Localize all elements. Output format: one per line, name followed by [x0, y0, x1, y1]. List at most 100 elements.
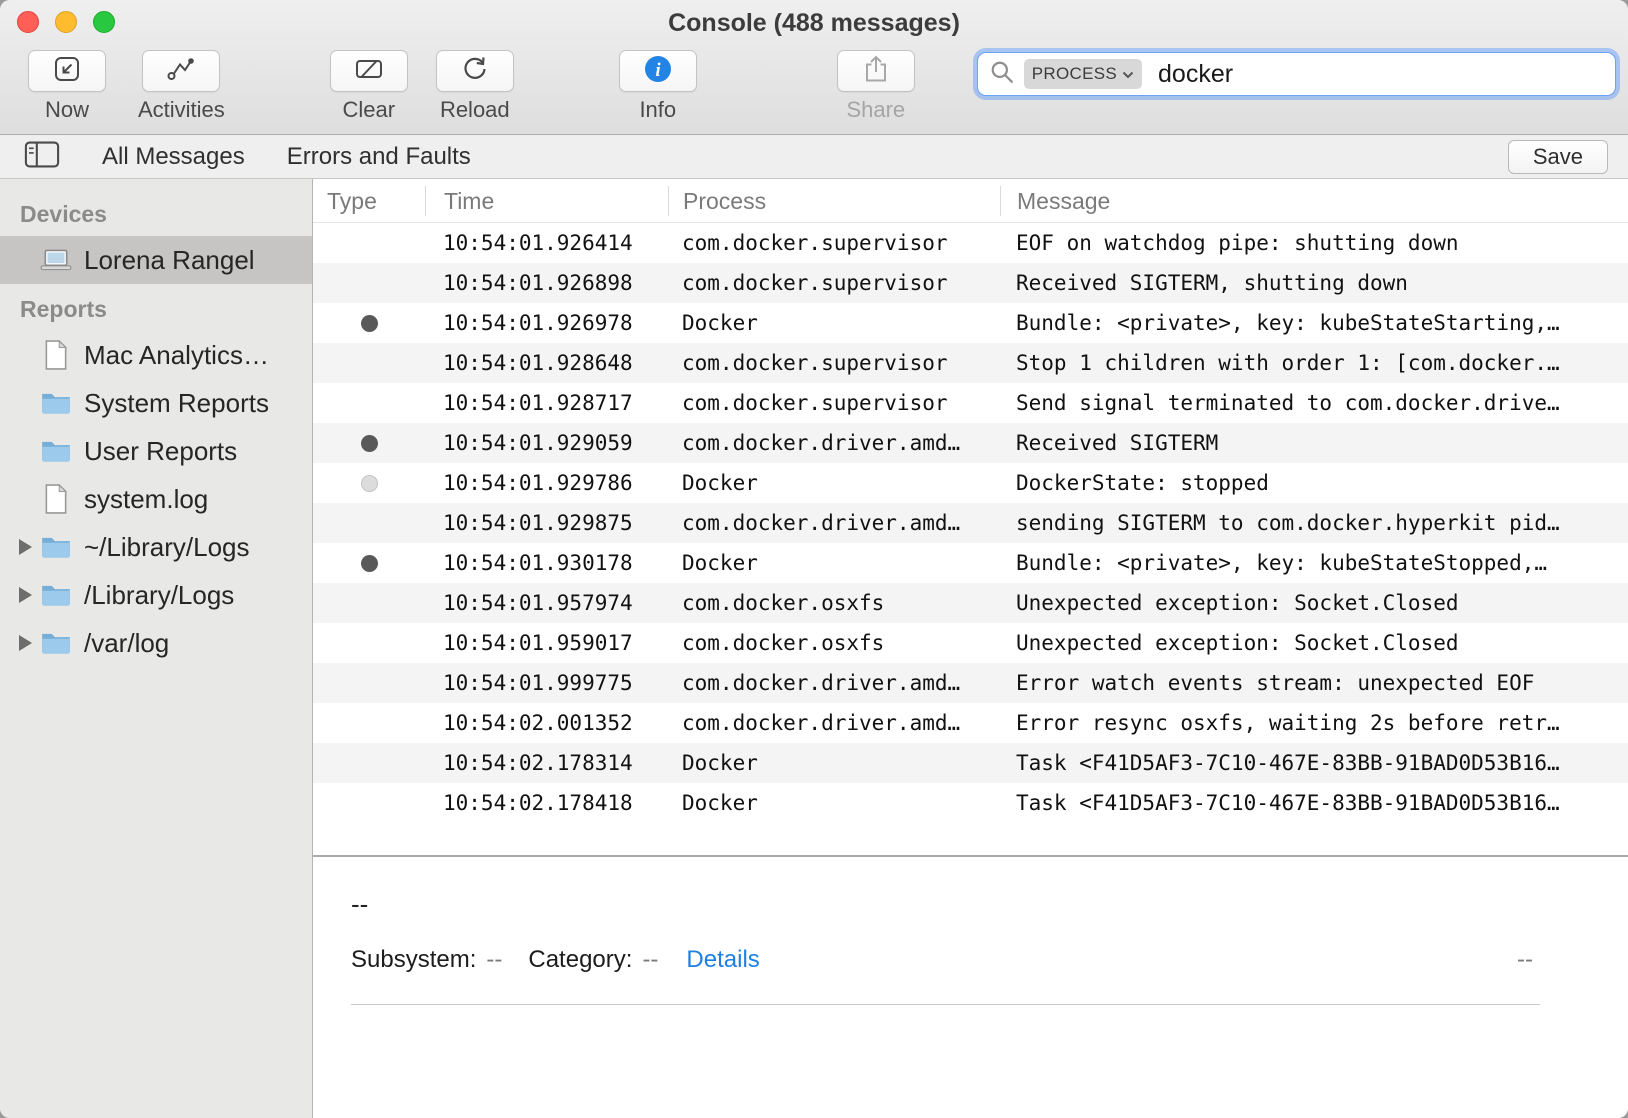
folder-icon — [38, 438, 74, 464]
log-time-cell: 10:54:01.928648 — [425, 351, 668, 375]
log-time-cell: 10:54:02.178418 — [425, 791, 668, 815]
sidebar-item-library-logs[interactable]: /Library/Logs — [0, 571, 312, 619]
info-button[interactable]: i Info — [619, 50, 697, 123]
chevron-down-icon — [1122, 64, 1134, 84]
log-row[interactable]: 10:54:02.001352com.docker.driver.amd…Err… — [313, 703, 1628, 743]
save-button[interactable]: Save — [1508, 140, 1608, 174]
laptop-icon — [38, 248, 74, 272]
sidebar-item-library-logs[interactable]: ~/Library/Logs — [0, 523, 312, 571]
log-row[interactable]: 10:54:01.929786DockerDockerState: stoppe… — [313, 463, 1628, 503]
sidebar-section-header: Devices — [0, 189, 312, 236]
column-header-process[interactable]: Process — [668, 186, 1000, 216]
log-process-cell: com.docker.supervisor — [668, 271, 1000, 295]
zoom-button[interactable] — [93, 11, 115, 33]
disclosure-triangle-icon[interactable] — [12, 635, 38, 651]
log-type-cell — [313, 315, 425, 332]
tab-all-messages[interactable]: All Messages — [102, 143, 245, 171]
clear-button[interactable]: Clear — [330, 50, 408, 123]
share-button[interactable]: Share — [837, 50, 915, 123]
sidebar-item-system-reports[interactable]: System Reports — [0, 379, 312, 427]
log-rows: 10:54:01.926414com.docker.supervisorEOF … — [313, 223, 1628, 823]
column-header-type[interactable]: Type — [313, 186, 425, 216]
disclosure-triangle-icon[interactable] — [12, 587, 38, 603]
log-row[interactable]: 10:54:01.928717com.docker.supervisorSend… — [313, 383, 1628, 423]
disclosure-triangle-icon[interactable] — [12, 539, 38, 555]
log-process-cell: com.docker.supervisor — [668, 351, 1000, 375]
close-button[interactable] — [17, 11, 39, 33]
detail-title: -- — [351, 889, 1628, 920]
log-process-cell: Docker — [668, 551, 1000, 575]
info-label: Info — [639, 97, 676, 123]
table-header: Type Time Process Message — [313, 179, 1628, 223]
search-filter-token[interactable]: PROCESS — [1024, 59, 1142, 89]
column-header-message[interactable]: Message — [1000, 186, 1628, 216]
reload-button[interactable]: Reload — [436, 50, 514, 123]
log-time-cell: 10:54:01.999775 — [425, 671, 668, 695]
sidebar-item-var-log[interactable]: /var/log — [0, 619, 312, 667]
log-message-cell: DockerState: stopped — [1000, 471, 1628, 495]
search-input[interactable]: PROCESS docker — [977, 52, 1616, 96]
folder-icon — [38, 630, 74, 656]
log-time-cell: 10:54:01.928717 — [425, 391, 668, 415]
sidebar-item-user-reports[interactable]: User Reports — [0, 427, 312, 475]
subsystem-label: Subsystem: — [351, 946, 476, 974]
log-row[interactable]: 10:54:01.928648com.docker.supervisorStop… — [313, 343, 1628, 383]
tab-errors-and-faults[interactable]: Errors and Faults — [287, 143, 471, 171]
log-time-cell: 10:54:01.926978 — [425, 311, 668, 335]
sidebar-toggle-button[interactable] — [24, 141, 60, 173]
sidebar-section-header: Reports — [0, 284, 312, 331]
activities-icon — [166, 55, 196, 88]
category-label: Category: — [528, 946, 632, 974]
column-header-time[interactable]: Time — [425, 186, 668, 216]
log-message-cell: Error watch events stream: unexpected EO… — [1000, 671, 1628, 695]
now-label: Now — [45, 97, 89, 123]
search-token-label: PROCESS — [1032, 64, 1117, 84]
log-time-cell: 10:54:01.929875 — [425, 511, 668, 535]
now-button[interactable]: Now — [28, 50, 106, 123]
info-icon: i — [643, 54, 673, 89]
log-row[interactable]: 10:54:01.957974com.docker.osxfsUnexpecte… — [313, 583, 1628, 623]
log-row[interactable]: 10:54:01.959017com.docker.osxfsUnexpecte… — [313, 623, 1628, 663]
search-query-text: docker — [1158, 60, 1233, 89]
log-row[interactable]: 10:54:02.178314DockerTask <F41D5AF3-7C10… — [313, 743, 1628, 783]
activity-dot-light-icon — [361, 475, 378, 492]
log-time-cell: 10:54:02.001352 — [425, 711, 668, 735]
reload-icon — [461, 55, 489, 88]
document-icon — [38, 340, 74, 370]
sidebar-item-system-log[interactable]: system.log — [0, 475, 312, 523]
log-row[interactable]: 10:54:01.929059com.docker.driver.amd…Rec… — [313, 423, 1628, 463]
log-message-cell: EOF on watchdog pipe: shutting down — [1000, 231, 1628, 255]
search-icon — [990, 60, 1014, 89]
minimize-button[interactable] — [55, 11, 77, 33]
sidebar-item-lorena-rangel[interactable]: Lorena Rangel — [0, 236, 312, 284]
log-process-cell: Docker — [668, 751, 1000, 775]
log-time-cell: 10:54:01.926414 — [425, 231, 668, 255]
sidebar-item-mac-analytics[interactable]: Mac Analytics… — [0, 331, 312, 379]
log-row[interactable]: 10:54:01.926978DockerBundle: <private>, … — [313, 303, 1628, 343]
log-row[interactable]: 10:54:02.178418DockerTask <F41D5AF3-7C10… — [313, 783, 1628, 823]
log-process-cell: com.docker.driver.amd… — [668, 511, 1000, 535]
log-row[interactable]: 10:54:01.999775com.docker.driver.amd…Err… — [313, 663, 1628, 703]
window-chrome: Console (488 messages) Now Activities — [0, 0, 1628, 135]
toolbar: Now Activities Clear — [0, 44, 1628, 134]
details-link[interactable]: Details — [686, 946, 759, 974]
log-row[interactable]: 10:54:01.930178DockerBundle: <private>, … — [313, 543, 1628, 583]
activities-button[interactable]: Activities — [138, 50, 225, 123]
log-row[interactable]: 10:54:01.926414com.docker.supervisorEOF … — [313, 223, 1628, 263]
log-message-cell: Error resync osxfs, waiting 2s before re… — [1000, 711, 1628, 735]
log-time-cell: 10:54:01.929059 — [425, 431, 668, 455]
log-row[interactable]: 10:54:01.929875com.docker.driver.amd…sen… — [313, 503, 1628, 543]
log-message-cell: Bundle: <private>, key: kubeStateStopped… — [1000, 551, 1628, 575]
activity-dot-dark-icon — [361, 555, 378, 572]
log-message-cell: Unexpected exception: Socket.Closed — [1000, 591, 1628, 615]
log-row[interactable]: 10:54:01.926898com.docker.supervisorRece… — [313, 263, 1628, 303]
share-label: Share — [846, 97, 905, 123]
log-process-cell: Docker — [668, 471, 1000, 495]
detail-meta-row: Subsystem: -- Category: -- Details -- — [351, 946, 1628, 974]
log-time-cell: 10:54:01.929786 — [425, 471, 668, 495]
log-message-cell: Task <F41D5AF3-7C10-467E-83BB-91BAD0D53B… — [1000, 791, 1628, 815]
log-message-cell: sending SIGTERM to com.docker.hyperkit p… — [1000, 511, 1628, 535]
log-message-cell: Bundle: <private>, key: kubeStateStartin… — [1000, 311, 1628, 335]
sidebar-item-label: /Library/Logs — [84, 580, 234, 611]
document-icon — [38, 484, 74, 514]
